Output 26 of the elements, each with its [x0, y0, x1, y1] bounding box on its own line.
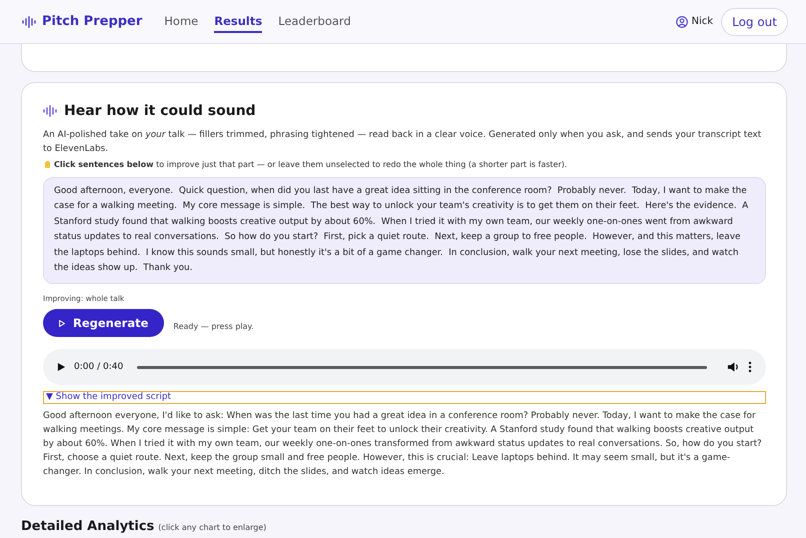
expand-toggle[interactable]: ▼ Show the improved script — [43, 391, 766, 404]
progress-track[interactable] — [137, 366, 707, 369]
more-icon[interactable] — [748, 361, 752, 374]
section-title: Hear how it could sound — [64, 103, 256, 119]
play-icon[interactable] — [57, 362, 66, 372]
app-title: Pitch Prepper — [42, 14, 142, 29]
status-text: Ready — press play. — [173, 322, 254, 331]
improved-script: Good afternoon everyone, I'd like to ask: When was the last time you had a great idea in a conference room? Probably never. Today, I want to make the case for walking meetings. My core message is simple: Get your team on their feet to unlock their creativity. A Stanford study found that walking boosts creative output by about 60%. When I tried it with my own team, our weekly one-on-ones transformed from awkward status updates to real conversations. So, how do you start? First, choose a quiet route. Next, keep the group small and free people. However, this is crucial: Leave laptops behind. It may seem small, but it's a game-changer. In conclusion, walk your next meeting, ditch the slides, and watch ideas emerge. — [43, 410, 763, 480]
volume-icon[interactable] — [727, 361, 740, 374]
user-icon — [676, 16, 688, 28]
hint-text: Click sentences below to improve just that part — or leave them unselected to redo the whole thing (a shorter part is faster). — [54, 160, 568, 169]
section-title: Detailed Analytics — [21, 519, 154, 534]
playback-time: 0:00 / 0:40 — [74, 362, 124, 372]
play-icon — [59, 320, 65, 327]
nav-link[interactable]: Home — [164, 10, 198, 32]
transcript-text[interactable]: Good afternoon, everyone. Quick question, when did you last have a great idea sitting in the conference room? Probably never. Today, I want to make the case for a walking meeting. My core message is simple. The best way to unlock your team's creativity is to get them on their feet. Here's the evidence. A Stanford study found that walking boosts creative output by about 60%. When I tried it with my own team, our weekly one-on-ones went from awkward status updates to real conversations. So how do you start? First, pick a quiet route. Next, keep a group to free people. However, and this matters, leave the laptops behind. I know this sounds small, but honestly it's a bit of a game changer. In conclusion, walk your next meeting, lose the slides, and watch the ideas show up. Thank you. — [43, 177, 766, 284]
user-name: Nick — [692, 16, 714, 27]
regenerate-button[interactable]: Regenerate — [43, 309, 164, 338]
logout-button[interactable]: Log out — [721, 8, 788, 36]
lightbulb-icon — [45, 161, 50, 168]
hint-text: (click any chart to enlarge) — [158, 523, 266, 532]
nav-link[interactable]: Results — [214, 10, 262, 32]
waveform-icon — [43, 105, 57, 117]
description-text: An AI-polished take on your talk — fillers trimmed, phrasing tightened — read back in a clear voice. Generated only when you ask, and sends your transcript text to ElevenLabs. — [43, 129, 762, 156]
nav-link[interactable]: Leaderboard — [278, 10, 351, 32]
waveform-icon — [22, 16, 36, 28]
